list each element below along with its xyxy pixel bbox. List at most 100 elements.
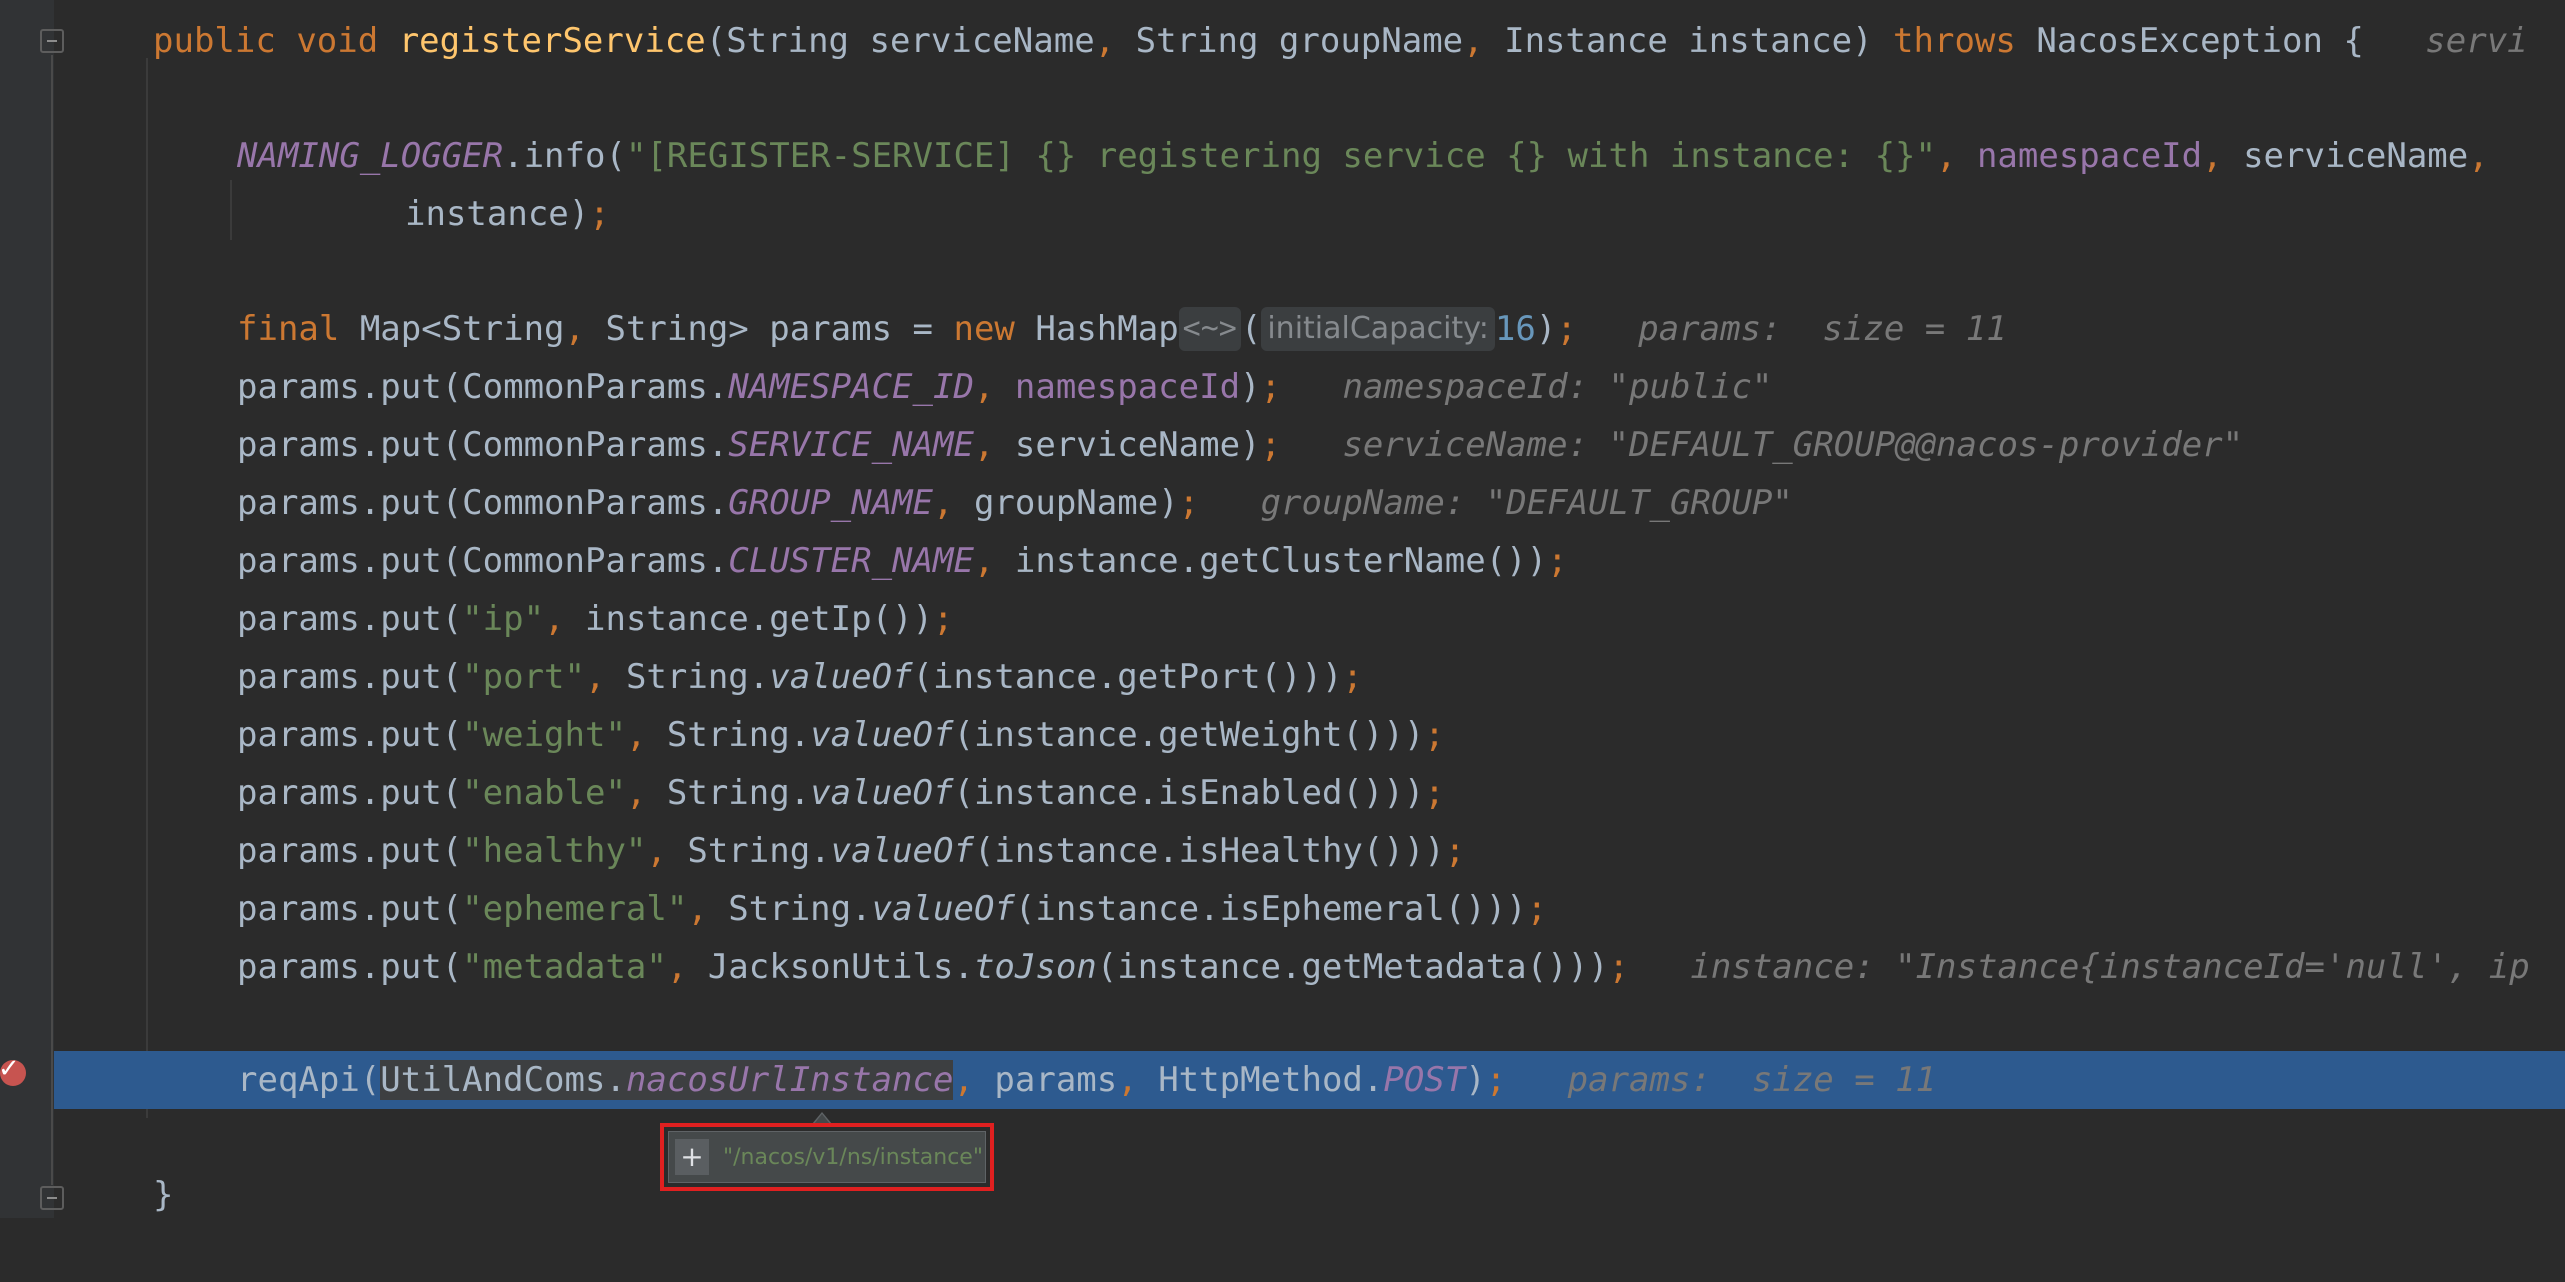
method-name[interactable]: registerService [399,21,706,61]
static-method: valueOf [810,773,954,813]
req-api-call: reqApi( [237,1060,381,1100]
code-line-put[interactable]: params.put("metadata", JacksonUtils.toJs… [0,938,2565,996]
code-line-logger[interactable]: NAMING_LOGGER.info("[REGISTER-SERVICE] {… [0,127,2565,185]
comma: , [1094,21,1116,61]
semicolon: ; [1485,1060,1507,1100]
comma: , [973,367,995,407]
param-1: (String serviceName [705,21,1095,61]
constant: SERVICE_NAME [728,425,974,465]
put-call: params.put(CommonParams. [237,483,729,523]
key-string: "ip" [462,599,545,639]
code-line-logger-cont[interactable]: instance); [0,185,2565,243]
httpmethod-class: HttpMethod. [1137,1060,1384,1100]
evaluated-selection[interactable]: UtilAndComs.nacosUrlInstance [380,1060,954,1100]
comma: , [1936,136,1957,176]
keyword-final: final [237,309,340,349]
code-line-put[interactable]: params.put("ip", instance.getIp()); [0,590,2565,648]
static-method: valueOf [871,889,1015,929]
comma: , [544,599,565,639]
code-line-put[interactable]: params.put(CommonParams.NAMESPACE_ID, na… [0,358,2565,416]
code-line-put[interactable]: params.put(CommonParams.CLUSTER_NAME, in… [0,532,2565,590]
put-call: params.put( [237,889,463,929]
capacity-number: 16 [1494,309,1536,349]
nacos-url-field: nacosUrlInstance [625,1060,954,1100]
semicolon: ; [1260,367,1282,407]
code-line-put[interactable]: params.put(CommonParams.GROUP_NAME, grou… [0,474,2565,532]
code-line-put[interactable]: params.put(CommonParams.SERVICE_NAME, se… [0,416,2565,474]
put-call: params.put( [237,773,463,813]
closing-brace: } [153,1175,174,1215]
code-line-put[interactable]: params.put("enable", String.valueOf(inst… [0,764,2565,822]
semicolon: ; [1260,425,1282,465]
comma: , [2468,136,2489,176]
comma: , [687,889,708,929]
key-string: "healthy" [462,831,647,871]
close-paren: ) [1526,541,1548,581]
argument: serviceName [994,425,1241,465]
semicolon: ; [933,599,954,639]
semicolon: ; [1547,541,1568,581]
close-paren: ) [1158,483,1179,523]
map-type: Map<String [339,309,565,349]
put-call: params.put(CommonParams. [237,425,729,465]
call-args: (instance.getWeight())) [953,715,1425,755]
comma: , [1117,1060,1138,1100]
semicolon: ; [1342,657,1363,697]
put-call: params.put( [237,715,463,755]
parameter-hint: initialCapacity: [1261,307,1495,351]
comma: , [625,773,647,813]
comma: , [932,483,954,523]
debug-inline-value: groupName: "DEFAULT_GROUP" [1260,483,1793,523]
keyword-public: public [153,21,276,61]
keyword-void: void [296,21,379,61]
semicolon: ; [1556,309,1577,349]
post-constant: POST [1383,1060,1466,1100]
comma: , [973,541,995,581]
argument: String. [646,773,811,813]
param-3: Instance instance) [1483,21,1894,61]
semicolon: ; [1424,715,1445,755]
call-args: (instance.isEnabled())) [953,773,1425,813]
code-line-closing-brace[interactable]: } [0,1166,2565,1224]
argument: groupName [953,483,1159,523]
code-line-params-decl[interactable]: final Map<String, String> params = new H… [0,300,2565,358]
params-arg: params [973,1060,1118,1100]
semicolon: ; [1444,831,1466,871]
debug-inline-value: params: size = 11 [1638,309,2007,349]
constant: NAMESPACE_ID [728,367,974,407]
instance-arg: instance) [405,194,590,234]
current-execution-line[interactable]: reqApi(UtilAndComs.nacosUrlInstance, par… [54,1051,2565,1109]
service-name-arg: serviceName [2222,136,2469,176]
semicolon: ; [1608,947,1629,987]
static-method: valueOf [810,715,954,755]
static-method: valueOf [769,657,913,697]
keyword-new: new [953,309,1015,349]
hashmap-class: HashMap [1014,309,1179,349]
namespace-id-arg: namespaceId [1956,136,2203,176]
code-line-put[interactable]: params.put("ephemeral", String.valueOf(i… [0,880,2565,938]
diamond-fold[interactable]: <~> [1178,307,1241,351]
breakpoint-check-icon: ✓ [0,1054,20,1084]
code-line-put[interactable]: params.put("port", String.valueOf(instan… [0,648,2565,706]
debug-inline-value: instance: "Instance{instanceId='null', i… [1690,947,2530,987]
put-call: params.put( [237,831,463,871]
argument: String. [666,831,831,871]
argument: String. [707,889,872,929]
put-call: params.put( [237,599,463,639]
comma: , [564,309,586,349]
code-line-signature[interactable]: public void registerService(String servi… [0,12,2565,70]
close-paren: ) [1465,1060,1486,1100]
semicolon: ; [1178,483,1200,523]
close-paren: ) [1535,309,1557,349]
code-line-put[interactable]: params.put("healthy", String.valueOf(ins… [0,822,2565,880]
constant: GROUP_NAME [728,483,933,523]
code-line-put[interactable]: params.put("weight", String.valueOf(inst… [0,706,2565,764]
comma: , [646,831,667,871]
semicolon: ; [1526,889,1548,929]
comma: , [666,947,688,987]
comma: , [953,1060,974,1100]
comma: , [625,715,647,755]
close-paren: ) [1240,367,1261,407]
call-args: (instance.isEphemeral())) [1014,889,1527,929]
argument: namespaceId [994,367,1241,407]
